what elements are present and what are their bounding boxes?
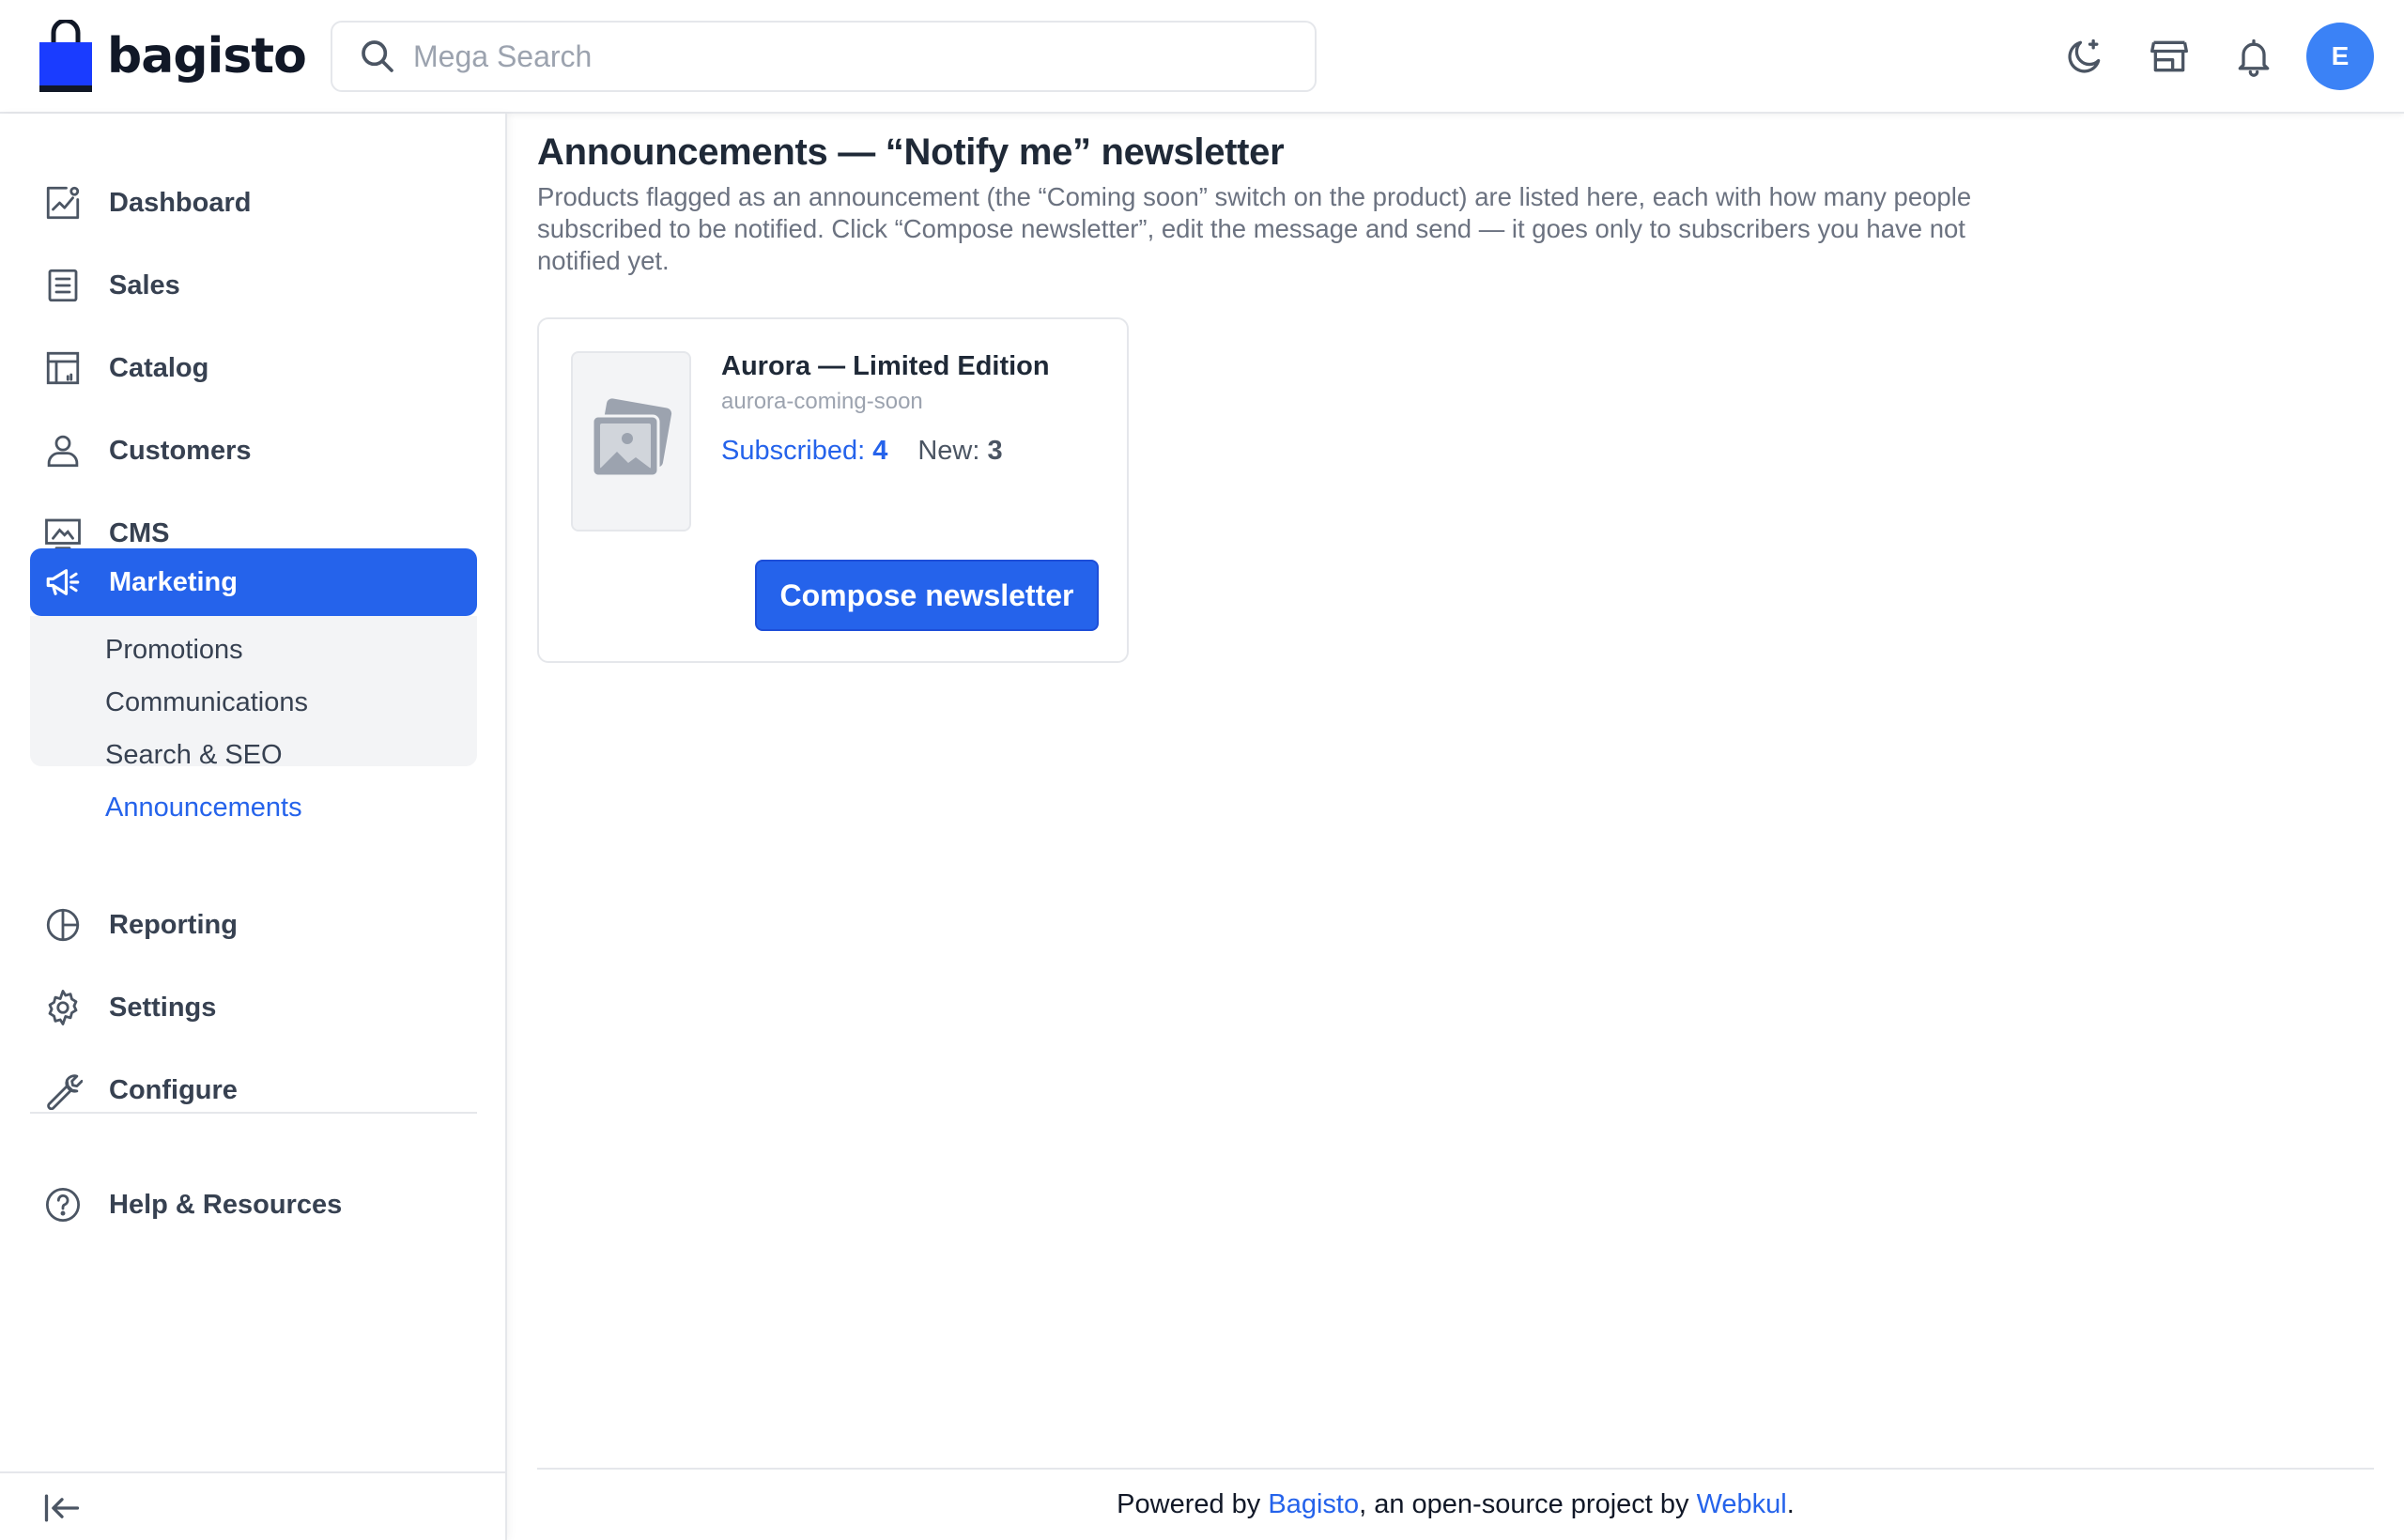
- top-header: bagisto E: [0, 0, 2404, 114]
- subscribed-link[interactable]: Subscribed: 4: [721, 436, 887, 467]
- subscribed-label: Subscribed:: [721, 436, 866, 466]
- sidebar-item-customers[interactable]: Customers: [30, 417, 477, 485]
- customers-icon: [47, 435, 79, 468]
- compose-newsletter-button[interactable]: Compose newsletter: [755, 560, 1099, 631]
- reporting-icon: [46, 908, 80, 942]
- subscribed-count: 4: [872, 436, 888, 466]
- submenu-item-communications[interactable]: Communications: [105, 687, 308, 718]
- brand-logo[interactable]: bagisto: [38, 19, 307, 94]
- page-title: Announcements — “Notify me” newsletter: [537, 131, 1285, 173]
- theme-toggle-button[interactable]: [2062, 34, 2107, 79]
- sidebar-item-marketing[interactable]: Marketing: [30, 548, 477, 616]
- product-name: Aurora — Limited Edition: [721, 351, 1050, 381]
- product-stats: Subscribed: 4 New: 3: [721, 436, 1003, 467]
- sidebar-item-label: Help & Resources: [109, 1189, 343, 1220]
- footer-suffix: .: [1786, 1489, 1795, 1519]
- product-sku: aurora-coming-soon: [721, 389, 923, 414]
- collapse-sidebar-icon[interactable]: [41, 1487, 83, 1529]
- new-label: New:: [917, 436, 980, 466]
- announcement-product-card: Aurora — Limited Edition aurora-coming-s…: [537, 317, 1129, 663]
- bagisto-link[interactable]: Bagisto: [1268, 1489, 1359, 1519]
- webkul-link[interactable]: Webkul: [1697, 1489, 1787, 1519]
- sidebar-item-label: Marketing: [109, 566, 238, 597]
- sidebar-item-label: Settings: [109, 992, 217, 1023]
- sidebar-item-help[interactable]: Help & Resources: [30, 1171, 477, 1239]
- product-thumbnail: [571, 351, 691, 531]
- shopping-bag-logo-icon: [39, 20, 92, 92]
- cms-icon: [45, 518, 81, 550]
- megaphone-icon: [46, 569, 80, 595]
- footer-prefix: Powered by: [1117, 1489, 1269, 1519]
- notifications-button[interactable]: [2231, 34, 2276, 79]
- sidebar-item-label: CMS: [109, 517, 170, 548]
- help-icon: [45, 1187, 81, 1223]
- sidebar-item-sales[interactable]: Sales: [30, 252, 477, 319]
- storefront-button[interactable]: [2147, 34, 2192, 79]
- sidebar-item-label: Catalog: [109, 352, 209, 383]
- image-placeholder-icon: [591, 398, 672, 478]
- sidebar-item-label: Customers: [109, 435, 252, 466]
- sidebar-item-label: Dashboard: [109, 187, 252, 218]
- bell-icon: [2238, 38, 2270, 77]
- footer-divider: [537, 1468, 2374, 1470]
- user-avatar[interactable]: E: [2306, 23, 2374, 90]
- sidebar: Dashboard Sales Catalog Customers CMS Ma…: [0, 114, 507, 1540]
- mega-search-input[interactable]: [413, 38, 1258, 74]
- sidebar-item-catalog[interactable]: Catalog: [30, 334, 477, 402]
- marketing-submenu: Promotions Communications Search & SEO A…: [30, 616, 477, 823]
- dashboard-icon: [46, 186, 80, 220]
- catalog-icon: [46, 351, 80, 385]
- submenu-item-announcements[interactable]: Announcements: [105, 793, 302, 824]
- main-content: Announcements — “Notify me” newsletter P…: [537, 131, 1983, 277]
- gear-icon: [48, 990, 78, 1025]
- page-description: Products flagged as an announcement (the…: [537, 182, 1972, 275]
- sidebar-footer-divider: [0, 1471, 505, 1473]
- footer-middle: , an open-source project by: [1359, 1489, 1697, 1519]
- sidebar-item-label: Sales: [109, 270, 180, 300]
- mega-search-box[interactable]: [331, 21, 1317, 92]
- submenu-item-search-seo[interactable]: Search & SEO: [105, 740, 283, 771]
- sidebar-item-label: Reporting: [109, 909, 238, 940]
- sidebar-item-reporting[interactable]: Reporting: [30, 891, 477, 959]
- sidebar-divider: [30, 1112, 477, 1114]
- sidebar-item-settings[interactable]: Settings: [30, 974, 477, 1041]
- brand-name: bagisto: [107, 28, 307, 85]
- search-icon: [362, 40, 393, 72]
- footer: Powered by Bagisto, an open-source proje…: [537, 1489, 2374, 1520]
- sidebar-item-label: Configure: [109, 1074, 238, 1105]
- sales-icon: [48, 269, 78, 302]
- sidebar-item-dashboard[interactable]: Dashboard: [30, 169, 477, 237]
- sidebar-item-configure[interactable]: Configure: [30, 1056, 477, 1124]
- new-subscribers: New: 3: [917, 436, 1002, 467]
- storefront-icon: [2150, 40, 2188, 72]
- wrench-icon: [47, 1074, 83, 1110]
- moon-sparkle-icon: [2068, 38, 2101, 73]
- new-count: 3: [987, 436, 1003, 466]
- submenu-item-promotions[interactable]: Promotions: [105, 635, 243, 666]
